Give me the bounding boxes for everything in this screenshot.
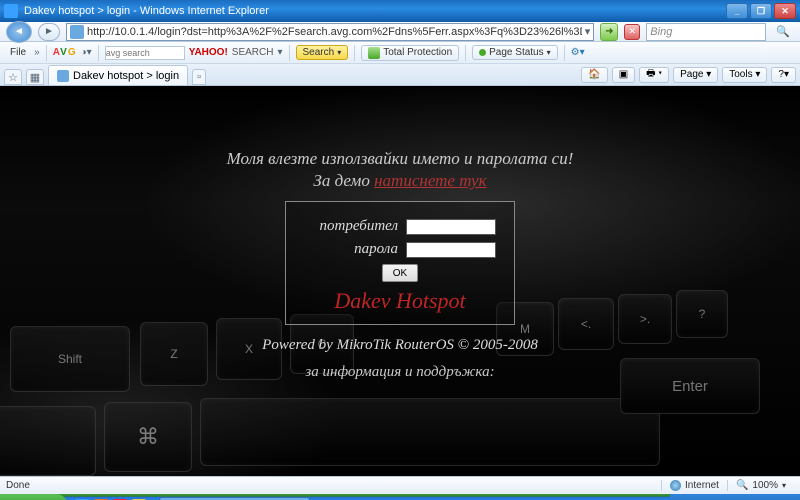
- password-label: парола: [354, 241, 398, 258]
- zoom-value: 100%: [752, 480, 778, 491]
- ok-button[interactable]: OK: [382, 264, 418, 282]
- close-button[interactable]: ✕: [774, 3, 796, 19]
- go-button[interactable]: ➜: [600, 23, 618, 41]
- url-input[interactable]: [87, 26, 582, 38]
- password-input[interactable]: [406, 242, 496, 258]
- page-menu[interactable]: Page ▾: [673, 67, 718, 83]
- window-titlebar: Dakev hotspot > login - Windows Internet…: [0, 0, 800, 22]
- username-input[interactable]: [406, 219, 496, 235]
- login-panel: Моля влезте използвайки името и паролата…: [185, 149, 615, 381]
- avg-logo[interactable]: AVG: [53, 47, 77, 58]
- zoom-icon: 🔍: [736, 480, 748, 491]
- feeds-button[interactable]: ▣: [612, 67, 635, 83]
- avg-dropdown-icon[interactable]: ◑▾: [81, 47, 92, 58]
- info-line: за информация и поддръжка:: [185, 364, 615, 381]
- yahoo-logo: YAHOO!: [189, 47, 228, 58]
- prompt-line-1: Моля влезте използвайки името и паролата…: [185, 149, 615, 169]
- avg-search-input[interactable]: [105, 46, 185, 60]
- key-space: [200, 398, 660, 466]
- total-protection-button[interactable]: Total Protection: [361, 45, 459, 61]
- zone-cell[interactable]: Internet: [661, 480, 727, 491]
- stop-button[interactable]: ✕: [624, 24, 640, 40]
- dropdown-icon[interactable]: ▾: [277, 47, 282, 58]
- password-row: парола: [304, 241, 496, 258]
- window-title: Dakev hotspot > login - Windows Internet…: [24, 5, 726, 17]
- powered-by: Powered by MikroTik RouterOS © 2005-2008: [185, 337, 615, 354]
- favorites-button[interactable]: ☆: [4, 69, 22, 85]
- avg-toolbar: File » AVG ◑▾ YAHOO! SEARCH ▾ Search▾ To…: [0, 42, 800, 64]
- demo-link[interactable]: натиснете тук: [374, 171, 486, 190]
- tab-strip: ☆ ▦ Dakev hotspot > login ▫ 🏠 ▣ 🖶 ▾ Page…: [0, 64, 800, 86]
- system-tray: BG 2:22 AM: [670, 494, 800, 500]
- zone-label: Internet: [685, 480, 719, 491]
- window-buttons: _ ❐ ✕: [726, 3, 796, 19]
- page-content: Shift Z X C M <. >. ? ⌘ Enter Моля влезт…: [0, 86, 800, 476]
- active-tab[interactable]: Dakev hotspot > login: [48, 65, 188, 85]
- tools-menu[interactable]: Tools ▾: [722, 67, 767, 83]
- separator: [354, 45, 355, 61]
- dropdown-icon[interactable]: ▾: [585, 25, 591, 38]
- page-status-button[interactable]: Page Status▾: [472, 45, 558, 60]
- prompt-line-2: За демо натиснете тук: [185, 171, 615, 191]
- chevron-icon[interactable]: »: [34, 47, 40, 58]
- home-button[interactable]: 🏠: [581, 67, 607, 83]
- brand-label: Dakev Hotspot: [304, 288, 496, 314]
- tab-label: Dakev hotspot > login: [73, 70, 179, 82]
- total-protection-label: Total Protection: [383, 47, 452, 58]
- address-bar-row: ◄ ► ▾ ➜ ✕ Bing 🔍: [0, 22, 800, 42]
- separator: [465, 45, 466, 61]
- yahoo-search-label: SEARCH: [232, 47, 274, 58]
- back-button[interactable]: ◄: [6, 21, 32, 43]
- new-tab-button[interactable]: ▫: [192, 69, 206, 85]
- key-apple: ⌘: [104, 402, 192, 472]
- search-box[interactable]: Bing: [646, 23, 766, 41]
- status-bar: Done Internet 🔍100%▾: [0, 476, 800, 494]
- forward-button[interactable]: ►: [38, 23, 60, 41]
- page-status-label: Page Status: [489, 47, 543, 58]
- separator: [46, 45, 47, 61]
- quicktabs-button[interactable]: ▦: [26, 69, 44, 85]
- demo-prefix: За демо: [313, 171, 374, 190]
- start-button[interactable]: start: [0, 494, 68, 500]
- zoom-cell[interactable]: 🔍100%▾: [727, 480, 794, 491]
- tab-favicon: [57, 70, 69, 82]
- maximize-button[interactable]: ❐: [750, 3, 772, 19]
- print-button[interactable]: 🖶 ▾: [639, 67, 669, 83]
- help-menu[interactable]: ?▾: [771, 67, 796, 83]
- key-fn: [0, 406, 96, 476]
- taskbar: start Dakev hotspot > logi... BG 2:22 AM: [0, 494, 800, 500]
- globe-icon: [670, 480, 681, 491]
- username-label: потребител: [320, 218, 399, 235]
- file-menu[interactable]: File: [6, 47, 30, 58]
- key-q: ?: [676, 290, 728, 338]
- search-placeholder: Bing: [650, 26, 672, 38]
- key-gt: >.: [618, 294, 672, 344]
- search-glass-icon[interactable]: 🔍: [772, 25, 794, 38]
- login-box: потребител парола OK Dakev Hotspot: [285, 201, 515, 325]
- separator: [289, 45, 290, 61]
- minimize-button[interactable]: _: [726, 3, 748, 19]
- shield-icon: [368, 47, 380, 59]
- search-button-label: Search: [303, 47, 335, 58]
- separator: [564, 45, 565, 61]
- status-text: Done: [6, 480, 30, 491]
- ie-icon: [4, 4, 18, 18]
- key-shift: Shift: [10, 326, 130, 392]
- address-bar[interactable]: ▾: [66, 23, 594, 41]
- separator: [98, 45, 99, 61]
- search-button[interactable]: Search▾: [296, 45, 349, 60]
- key-enter: Enter: [620, 358, 760, 414]
- username-row: потребител: [304, 218, 496, 235]
- settings-icon[interactable]: ⚙▾: [571, 47, 585, 58]
- page-icon: [70, 25, 84, 39]
- command-bar: 🏠 ▣ 🖶 ▾ Page ▾ Tools ▾ ?▾: [581, 64, 796, 85]
- status-dot-icon: [479, 49, 486, 56]
